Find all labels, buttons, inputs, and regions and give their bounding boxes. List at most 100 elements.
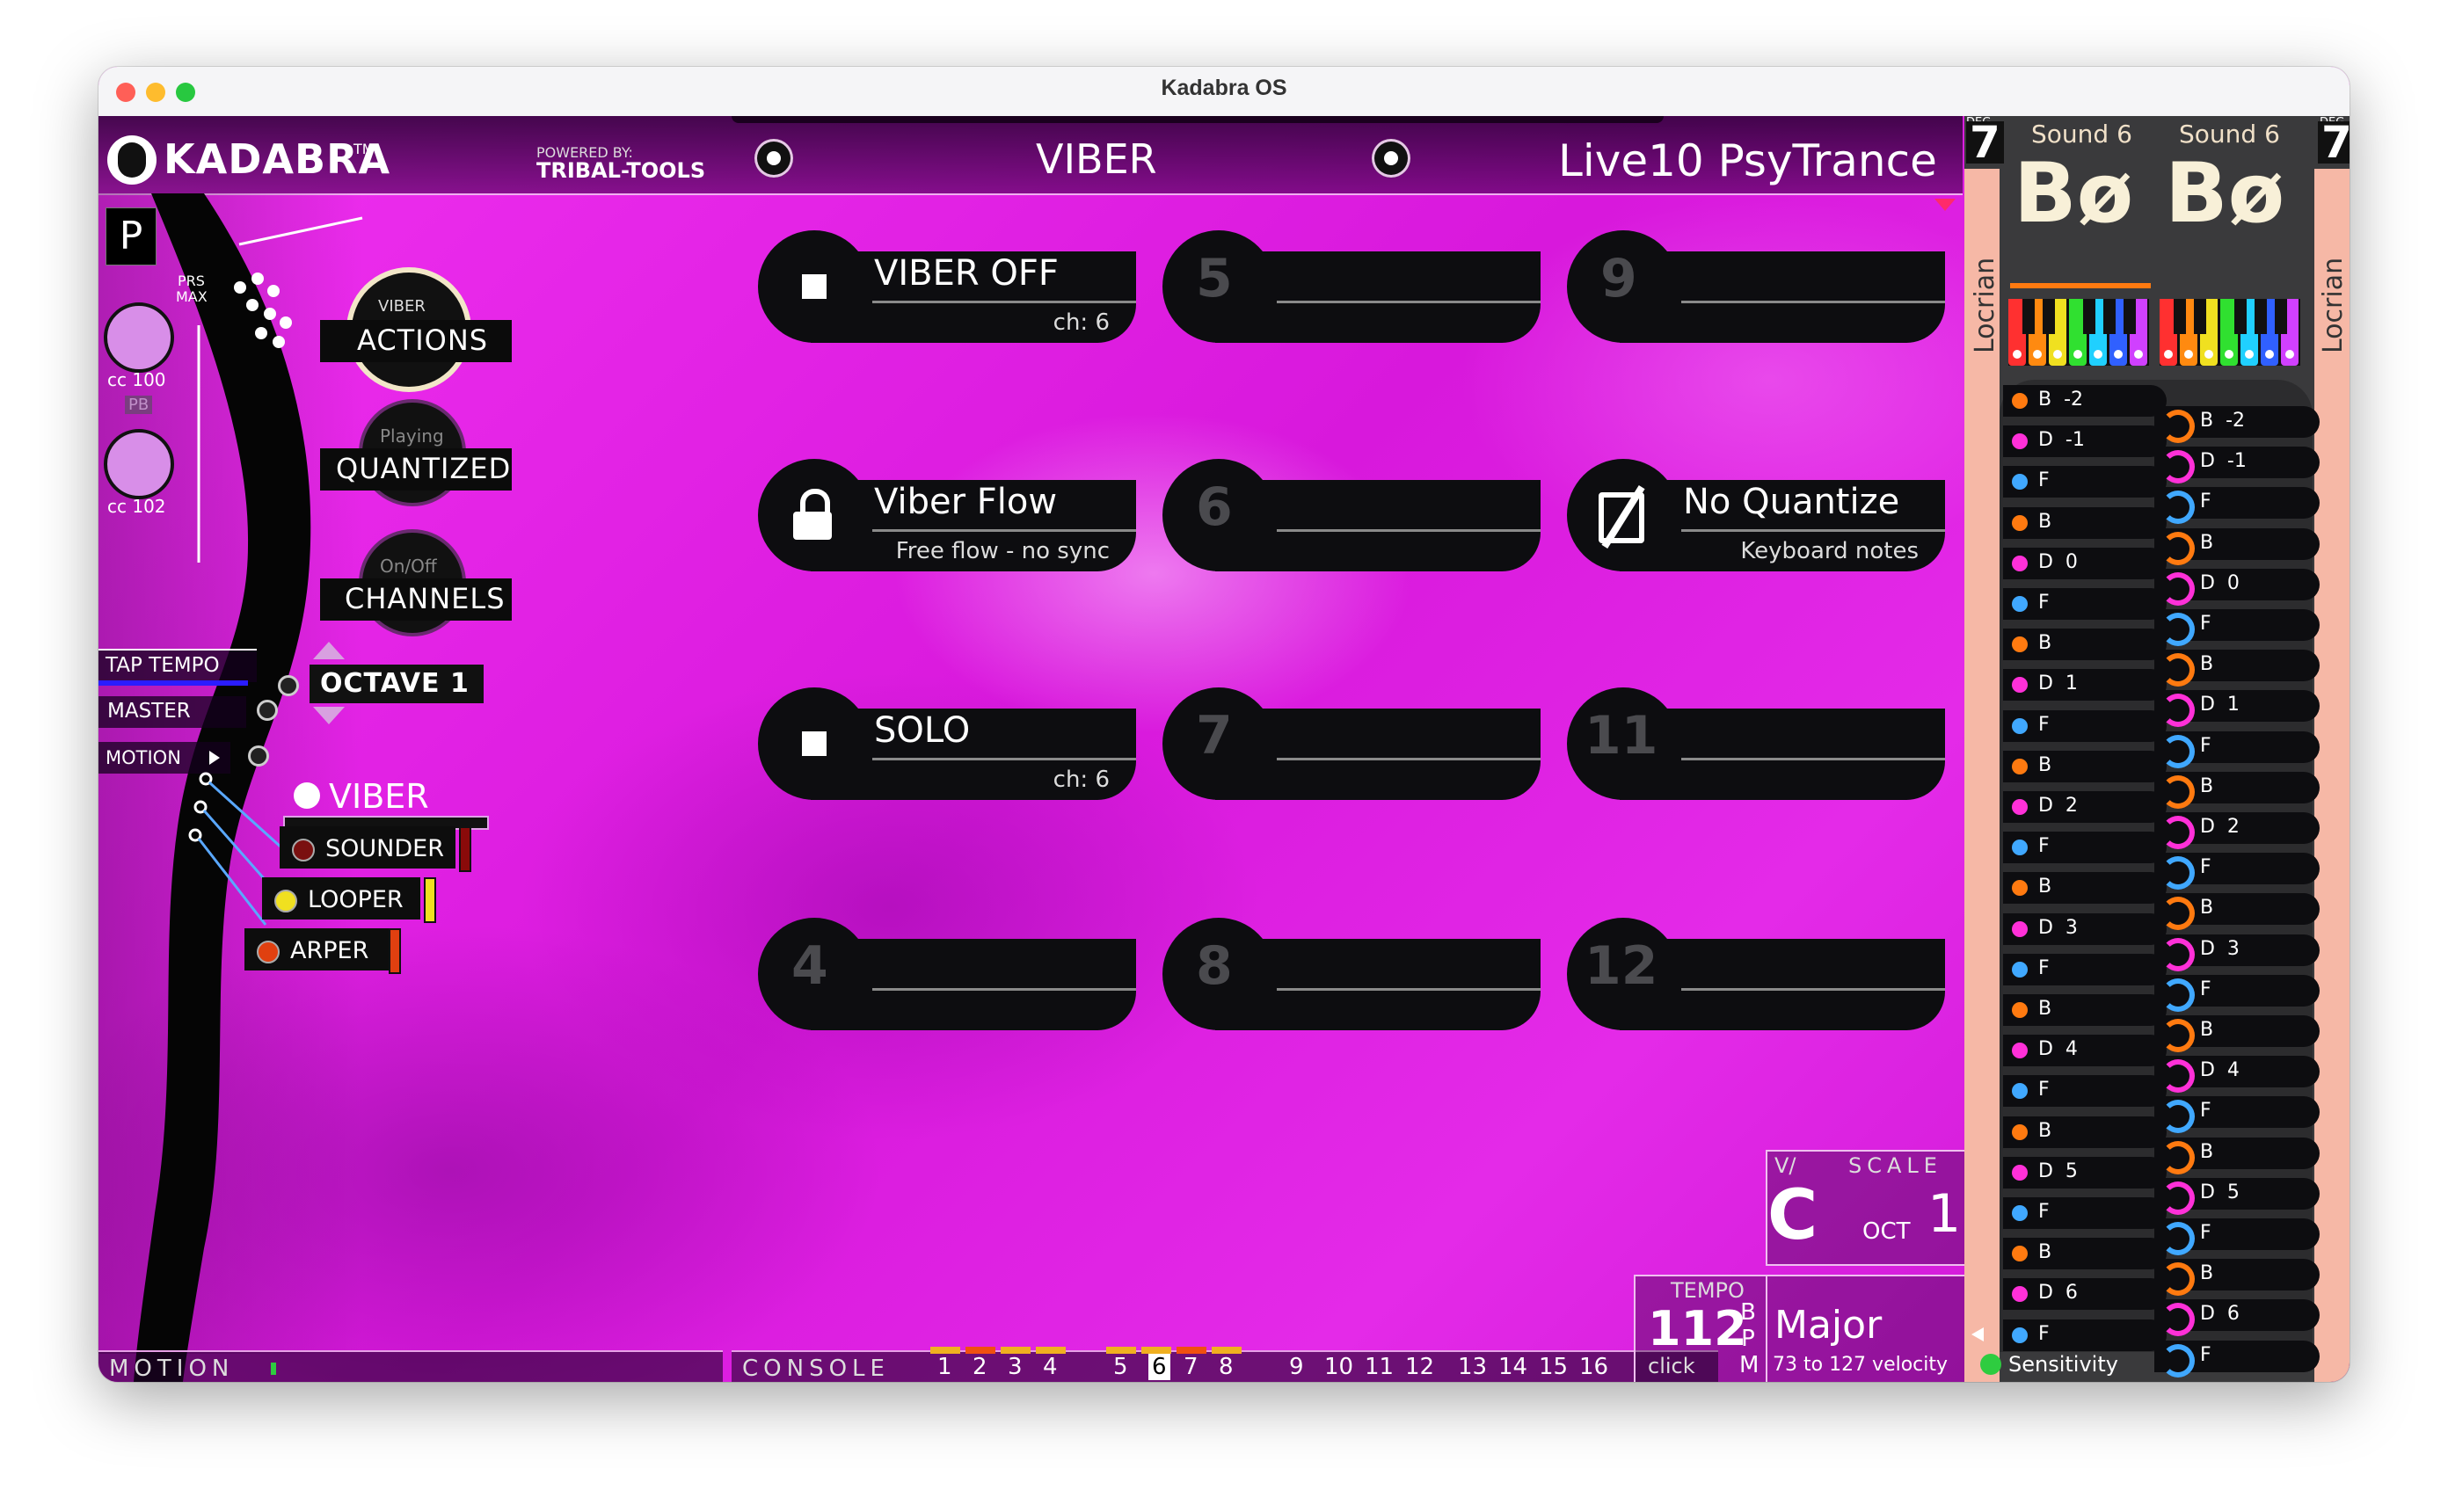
note-label: B xyxy=(2200,897,2214,920)
note-row[interactable]: B xyxy=(2154,893,2320,931)
grid-button-7[interactable]: SOLO ch: 6 xyxy=(758,687,1145,800)
note-row[interactable]: F xyxy=(2154,1096,2320,1134)
note-row[interactable]: B xyxy=(2154,1137,2320,1174)
note-row[interactable]: F xyxy=(2154,487,2320,525)
looper-button[interactable]: LOOPER xyxy=(262,877,420,920)
console-channel-1[interactable]: 1 xyxy=(937,1354,952,1380)
header-right-knob-icon[interactable] xyxy=(1372,139,1410,178)
note-row[interactable]: D -1 xyxy=(2003,425,2167,458)
note-row[interactable]: B xyxy=(2154,771,2320,809)
grid-button-1[interactable]: VIBER OFF ch: 6 xyxy=(758,230,1145,343)
grid-button-11[interactable]: 8 xyxy=(1162,918,1549,1030)
note-row[interactable]: B xyxy=(2003,1238,2167,1270)
arper-button[interactable]: ARPER xyxy=(244,928,394,970)
kadabra-tm: TM xyxy=(353,141,375,157)
note-row[interactable]: D 6 xyxy=(2003,1278,2167,1311)
console-channel-12[interactable]: 12 xyxy=(1405,1354,1434,1380)
note-row[interactable]: F xyxy=(2003,1319,2167,1351)
sensitivity-label[interactable]: Sensitivity xyxy=(2008,1352,2118,1377)
note-row[interactable]: F xyxy=(2154,1218,2320,1255)
note-row[interactable]: F xyxy=(2003,709,2167,742)
note-row[interactable]: F xyxy=(2003,832,2167,864)
viber-instrument-label[interactable]: VIBER xyxy=(329,777,429,816)
console-channel-3[interactable]: 3 xyxy=(1008,1354,1023,1380)
note-row[interactable]: B xyxy=(2003,506,2167,539)
console-channel-13[interactable]: 13 xyxy=(1458,1354,1487,1380)
master-jack[interactable] xyxy=(257,700,278,721)
note-row[interactable]: F xyxy=(2154,853,2320,890)
note-scroll-left-icon[interactable] xyxy=(1971,1327,1984,1341)
note-row[interactable]: B -2 xyxy=(2003,385,2167,417)
header-left-knob-icon[interactable] xyxy=(754,139,793,178)
note-row[interactable]: D 1 xyxy=(2003,669,2167,701)
cc100-knob[interactable] xyxy=(104,302,174,373)
note-row[interactable]: F xyxy=(2003,1197,2167,1229)
console-channel-6[interactable]: 6 xyxy=(1148,1354,1170,1380)
note-row[interactable]: F xyxy=(2003,1075,2167,1108)
note-row[interactable]: D 0 xyxy=(2003,547,2167,579)
note-row[interactable]: F xyxy=(2003,466,2167,498)
console-channel-15[interactable]: 15 xyxy=(1539,1354,1568,1380)
octave-up-icon[interactable] xyxy=(313,642,345,659)
note-row[interactable]: B xyxy=(2003,1116,2167,1148)
grid-button-12[interactable]: 12 xyxy=(1567,918,1954,1030)
note-row[interactable]: D 5 xyxy=(2003,1156,2167,1189)
note-row[interactable]: B xyxy=(2154,1259,2320,1297)
tempo-bpm-value[interactable]: 112 xyxy=(1648,1301,1747,1356)
console-channel-5[interactable]: 5 xyxy=(1113,1354,1128,1380)
console-channel-10[interactable]: 10 xyxy=(1324,1354,1353,1380)
console-channel-9[interactable]: 9 xyxy=(1289,1354,1304,1380)
note-row[interactable]: B xyxy=(2003,994,2167,1026)
note-row[interactable]: D 2 xyxy=(2154,812,2320,849)
note-label: F xyxy=(2038,956,2050,979)
grid-button-10[interactable]: 4 xyxy=(758,918,1145,1030)
note-row[interactable]: B xyxy=(2154,527,2320,565)
grid-button-4[interactable]: Viber Flow Free flow - no sync xyxy=(758,459,1145,571)
note-row[interactable]: B xyxy=(2154,1015,2320,1052)
preset-dropdown-icon[interactable] xyxy=(1934,199,1956,211)
console-channel-16[interactable]: 16 xyxy=(1579,1354,1608,1380)
note-row[interactable]: B xyxy=(2003,750,2167,782)
console-channel-2[interactable]: 2 xyxy=(973,1354,987,1380)
sounder-button[interactable]: SOUNDER xyxy=(280,826,455,869)
note-row[interactable]: F xyxy=(2154,1340,2320,1378)
grid-button-8[interactable]: 7 xyxy=(1162,687,1549,800)
p-button[interactable]: P xyxy=(106,207,157,265)
note-row[interactable]: D -1 xyxy=(2154,447,2320,484)
grid-button-3[interactable]: 9 xyxy=(1567,230,1954,343)
master-button[interactable]: MASTER xyxy=(98,696,246,728)
note-row[interactable]: D 0 xyxy=(2154,568,2320,606)
note-row[interactable]: B -2 xyxy=(2154,406,2320,443)
note-row[interactable]: D 3 xyxy=(2154,934,2320,971)
console-channel-11[interactable]: 11 xyxy=(1365,1354,1394,1380)
tap-tempo-button[interactable]: TAP TEMPO xyxy=(98,649,257,682)
console-channel-4[interactable]: 4 xyxy=(1043,1354,1058,1380)
note-row[interactable]: F xyxy=(2154,974,2320,1012)
console-channel-14[interactable]: 14 xyxy=(1498,1354,1527,1380)
note-row[interactable]: F xyxy=(2154,731,2320,768)
tap-tempo-jack[interactable] xyxy=(278,675,299,696)
note-row[interactable]: B xyxy=(2003,629,2167,661)
note-row[interactable]: D 5 xyxy=(2154,1177,2320,1215)
preset-name[interactable]: Live10 PsyTrance xyxy=(1558,135,1937,186)
note-row[interactable]: D 4 xyxy=(2003,1035,2167,1067)
note-row[interactable]: D 4 xyxy=(2154,1056,2320,1094)
console-channel-8[interactable]: 8 xyxy=(1219,1354,1234,1380)
note-row[interactable]: F xyxy=(2154,609,2320,646)
note-row[interactable]: B xyxy=(2154,650,2320,687)
note-row[interactable]: D 6 xyxy=(2154,1299,2320,1337)
grid-button-5[interactable]: 6 xyxy=(1162,459,1549,571)
note-row[interactable]: D 1 xyxy=(2154,690,2320,728)
octave-down-icon[interactable] xyxy=(313,707,345,724)
note-row[interactable]: B xyxy=(2003,872,2167,905)
grid-button-2[interactable]: 5 xyxy=(1162,230,1549,343)
grid-button-6[interactable]: No Quantize Keyboard notes xyxy=(1567,459,1954,571)
note-row[interactable]: D 3 xyxy=(2003,912,2167,945)
note-row[interactable]: D 2 xyxy=(2003,791,2167,823)
console-channel-7[interactable]: 7 xyxy=(1184,1354,1198,1380)
note-row[interactable]: F xyxy=(2003,588,2167,620)
cc102-knob[interactable] xyxy=(104,429,174,499)
motion-strip[interactable]: MOTION xyxy=(98,1350,723,1382)
note-row[interactable]: F xyxy=(2003,953,2167,985)
grid-button-9[interactable]: 11 xyxy=(1567,687,1954,800)
